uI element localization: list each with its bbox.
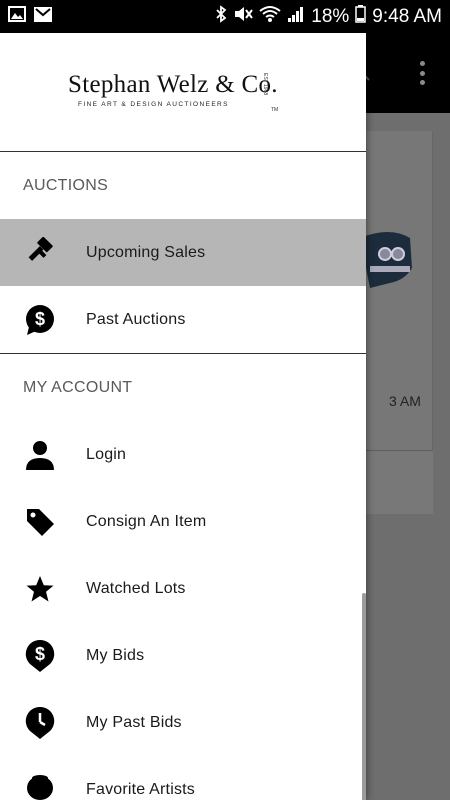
logo-name: Stephan Welz & Co. [68, 71, 278, 98]
navigation-drawer: Stephan Welz & Co. FINE ART & DESIGN AUC… [0, 33, 366, 800]
drawer-header: Stephan Welz & Co. FINE ART & DESIGN AUC… [0, 33, 366, 152]
menu-label: Past Auctions [86, 310, 186, 328]
bluetooth-icon [215, 4, 227, 29]
logo-tm: TM [271, 107, 279, 113]
wifi-icon [259, 5, 281, 29]
svg-text:$: $ [35, 644, 45, 664]
menu-label: My Past Bids [86, 713, 182, 731]
auction-time: 3 AM [389, 393, 421, 409]
dollar-bubble-icon: $ [23, 303, 57, 337]
company-logo: Stephan Welz & Co. FINE ART & DESIGN AUC… [68, 67, 298, 117]
menu-label: Favorite Artists [86, 780, 196, 798]
gavel-icon [23, 236, 57, 270]
menu-label: My Bids [86, 646, 145, 664]
battery-percent: 18% [311, 5, 350, 27]
tag-icon [23, 505, 57, 539]
menu-item-my-bids[interactable]: $ My Bids [0, 622, 366, 689]
svg-text:$: $ [35, 309, 45, 329]
artist-icon [23, 773, 57, 800]
clock: 9:48 AM [372, 5, 442, 27]
clock-pin-icon [23, 706, 57, 740]
menu-label: Login [86, 445, 127, 463]
dollar-pin-icon: $ [23, 639, 57, 673]
logo-tagline: FINE ART & DESIGN AUCTIONEERS [78, 101, 229, 108]
signal-icon [287, 5, 305, 29]
menu-label: Consign An Item [86, 512, 207, 530]
section-label-my-account: MY ACCOUNT [23, 378, 133, 396]
menu-label: Upcoming Sales [86, 243, 206, 261]
menu-item-upcoming-sales[interactable]: Upcoming Sales [0, 219, 366, 286]
menu-item-my-past-bids[interactable]: My Past Bids [0, 689, 366, 756]
logo-est: EST 1968 [262, 73, 268, 96]
menu-item-consign-an-item[interactable]: Consign An Item [0, 488, 366, 555]
menu-item-favorite-artists[interactable]: Favorite Artists [0, 756, 366, 800]
car-image [360, 232, 412, 288]
battery-icon [355, 4, 367, 29]
star-icon [23, 572, 57, 606]
menu-item-past-auctions[interactable]: $ Past Auctions [0, 286, 366, 353]
gmail-icon [34, 6, 52, 27]
auction-card-footer [365, 450, 433, 514]
person-icon [23, 438, 57, 472]
menu-item-watched-lots[interactable]: Watched Lots [0, 555, 366, 622]
menu-label: Watched Lots [86, 579, 186, 597]
overflow-menu-icon [420, 61, 426, 85]
mute-icon [233, 5, 254, 29]
image-icon [8, 6, 26, 27]
status-bar: 18% 9:48 AM [0, 0, 450, 33]
section-label-auctions: AUCTIONS [23, 176, 109, 194]
drawer-scrollbar[interactable] [362, 593, 366, 800]
menu-item-login[interactable]: Login [0, 421, 366, 488]
